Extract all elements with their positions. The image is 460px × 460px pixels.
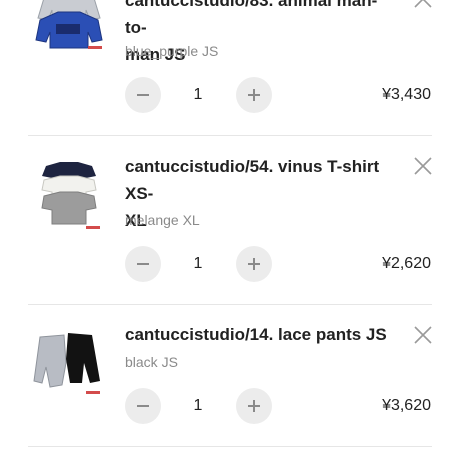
product-variant: black JS bbox=[125, 354, 178, 370]
plus-icon bbox=[248, 258, 260, 270]
item-divider bbox=[28, 446, 432, 447]
remove-item-button[interactable] bbox=[412, 0, 434, 10]
close-icon bbox=[414, 326, 432, 344]
product-title-line: cantuccistudio/14. lace pants JS bbox=[125, 325, 387, 344]
quantity-value: 1 bbox=[193, 86, 203, 103]
cart-item: cantuccistudio/14. lace pants JS black J… bbox=[0, 305, 460, 447]
decrement-quantity-button[interactable] bbox=[125, 77, 161, 113]
plus-icon bbox=[248, 89, 260, 101]
product-title[interactable]: cantuccistudio/14. lace pants JS bbox=[125, 321, 390, 348]
pants-photo-icon bbox=[30, 323, 108, 401]
minus-icon bbox=[137, 405, 149, 407]
item-price: ¥2,620 bbox=[382, 255, 431, 272]
cart-item: cantuccistudio/54. vinus T-shirt XS- XL … bbox=[0, 136, 460, 304]
plus-icon bbox=[248, 400, 260, 412]
close-icon bbox=[414, 157, 432, 175]
increment-quantity-button[interactable] bbox=[236, 77, 272, 113]
cart-item: cantuccistudio/83. animal man-to- man JS… bbox=[0, 0, 460, 136]
tshirt-photo-icon bbox=[30, 158, 108, 236]
remove-item-button[interactable] bbox=[412, 324, 434, 346]
close-icon bbox=[414, 0, 432, 8]
decrement-quantity-button[interactable] bbox=[125, 388, 161, 424]
increment-quantity-button[interactable] bbox=[236, 388, 272, 424]
minus-icon bbox=[137, 263, 149, 265]
sweatshirt-photo-icon bbox=[30, 0, 108, 62]
remove-item-button[interactable] bbox=[412, 155, 434, 177]
minus-icon bbox=[137, 94, 149, 96]
product-variant: blue_purple JS bbox=[125, 43, 219, 59]
increment-quantity-button[interactable] bbox=[236, 246, 272, 282]
product-variant: melange XL bbox=[125, 212, 200, 228]
product-thumbnail[interactable] bbox=[30, 158, 108, 236]
cart-item-list: cantuccistudio/83. animal man-to- man JS… bbox=[0, 0, 460, 460]
decrement-quantity-button[interactable] bbox=[125, 246, 161, 282]
quantity-value: 1 bbox=[193, 397, 203, 414]
product-title-line: cantuccistudio/54. vinus T-shirt XS- bbox=[125, 157, 380, 203]
product-thumbnail[interactable] bbox=[30, 0, 108, 62]
item-price: ¥3,620 bbox=[382, 397, 431, 414]
quantity-value: 1 bbox=[193, 255, 203, 272]
product-title-line: cantuccistudio/83. animal man-to- bbox=[125, 0, 378, 37]
product-thumbnail[interactable] bbox=[30, 323, 108, 401]
item-price: ¥3,430 bbox=[382, 86, 431, 103]
